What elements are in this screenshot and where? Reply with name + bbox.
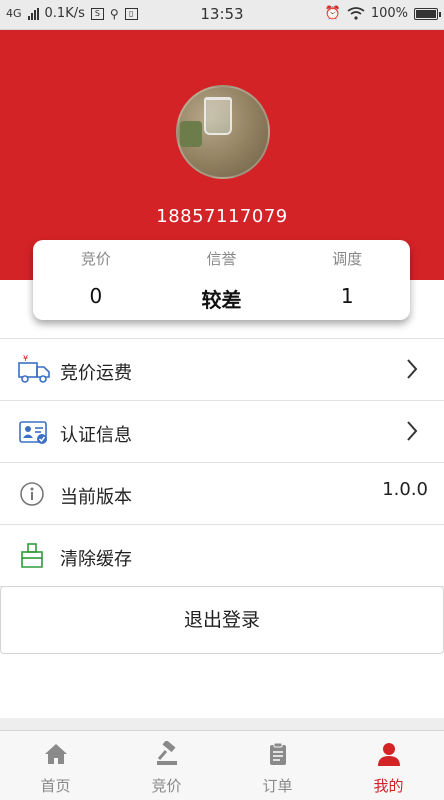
- info-icon: [20, 482, 44, 506]
- logout-button[interactable]: 退出登录: [0, 586, 444, 654]
- user-icon: [377, 743, 400, 766]
- tab-orders[interactable]: 订单: [222, 731, 333, 800]
- battery-icon: [414, 7, 441, 20]
- tab-label: 首页: [40, 777, 71, 795]
- menu-item-bid-freight[interactable]: ¥ 竞价运费: [0, 339, 444, 401]
- bottom-tab-bar: 首页 竞价 订单 我的: [0, 730, 444, 800]
- tab-home[interactable]: 首页: [0, 731, 111, 800]
- stats-card: 竞价 0 信誉 较差 调度 1: [33, 240, 410, 320]
- divider: [0, 718, 444, 730]
- menu-item-certification[interactable]: 认证信息: [0, 401, 444, 463]
- tab-label: 我的: [373, 777, 404, 795]
- avatar-photo-glass: [204, 97, 232, 135]
- status-bar: 4G 0.1K/s S ⚲ ▯ 13:53 ⏰ 100%: [0, 0, 444, 30]
- stat-label: 调度: [332, 250, 363, 268]
- alarm-icon: ⏰: [324, 6, 341, 21]
- stat-value: 较差: [201, 288, 242, 312]
- menu-item-label: 当前版本: [60, 487, 132, 508]
- avatar-photo-cup: [180, 121, 202, 147]
- clipboard-icon: [269, 742, 286, 765]
- menu-item-label: 认证信息: [60, 425, 132, 446]
- chevron-right-icon: [407, 421, 418, 441]
- truck-icon: ¥: [18, 355, 50, 383]
- tab-bidding[interactable]: 竞价: [111, 731, 222, 800]
- tab-label: 订单: [262, 777, 293, 795]
- tab-mine[interactable]: 我的: [333, 731, 444, 800]
- menu-item-version[interactable]: 当前版本 1.0.0: [0, 463, 444, 525]
- stat-value: 0: [89, 284, 103, 308]
- chevron-right-icon: [407, 359, 418, 379]
- avatar[interactable]: [176, 85, 270, 179]
- phone-number: 18857117079: [156, 206, 288, 227]
- gavel-icon: [156, 741, 177, 765]
- svg-text:¥: ¥: [23, 355, 28, 363]
- status-right: ⏰ 100%: [324, 6, 441, 21]
- stat-label: 竞价: [80, 250, 111, 268]
- menu-item-label: 竞价运费: [60, 363, 132, 384]
- broom-icon: [21, 543, 43, 568]
- stat-dispatch[interactable]: 调度 1: [284, 240, 410, 320]
- id-card-icon: [19, 421, 47, 444]
- settings-menu: ¥ 竞价运费 认证信息 当前版本 1.0.0 清除缓存: [0, 338, 444, 587]
- home-icon: [44, 744, 67, 764]
- version-value: 1.0.0: [382, 479, 428, 500]
- stat-credit[interactable]: 信誉 较差: [159, 240, 285, 320]
- stat-value: 1: [340, 284, 354, 308]
- menu-item-clear-cache[interactable]: 清除缓存: [0, 525, 444, 587]
- stat-bidding[interactable]: 竞价 0: [33, 240, 159, 320]
- wifi-icon: [347, 7, 365, 20]
- tab-label: 竞价: [151, 777, 182, 795]
- battery-percent: 100%: [370, 6, 408, 21]
- stat-label: 信誉: [206, 250, 237, 268]
- menu-item-label: 清除缓存: [60, 549, 132, 570]
